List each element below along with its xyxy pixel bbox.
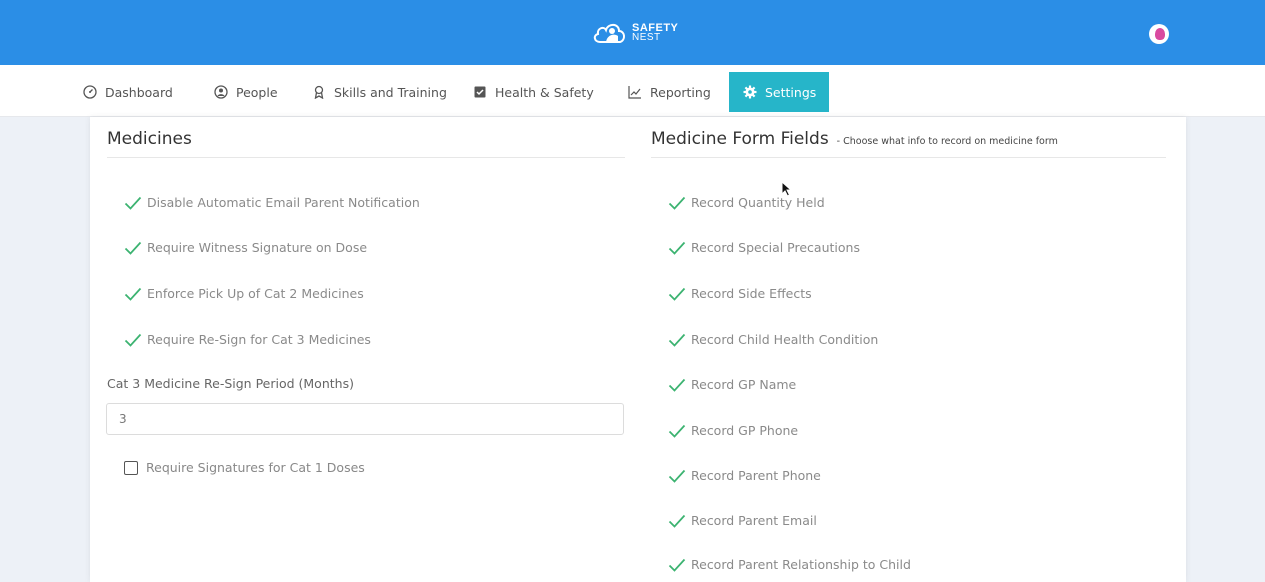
check-icon <box>668 514 686 528</box>
option-label: Disable Automatic Email Parent Notificat… <box>147 195 420 210</box>
field-label: Record Special Precautions <box>691 240 860 255</box>
line-chart-icon <box>627 84 643 100</box>
nav-skills-and-training[interactable]: Skills and Training <box>311 72 447 112</box>
nav-dashboard-label: Dashboard <box>105 84 173 100</box>
field-parent-phone[interactable]: Record Parent Phone <box>668 468 821 483</box>
field-gp-phone[interactable]: Record GP Phone <box>668 423 798 438</box>
form-fields-title: Medicine Form Fields <box>651 129 829 149</box>
check-icon <box>668 333 686 347</box>
option-require-witness-signature[interactable]: Require Witness Signature on Dose <box>124 240 367 255</box>
medicines-divider <box>107 157 625 158</box>
field-label: Record Parent Phone <box>691 468 821 483</box>
field-label: Record Parent Email <box>691 513 817 528</box>
field-gp-name[interactable]: Record GP Name <box>668 377 796 392</box>
option-label: Require Re-Sign for Cat 3 Medicines <box>147 332 371 347</box>
option-enforce-pickup-cat2[interactable]: Enforce Pick Up of Cat 2 Medicines <box>124 286 364 301</box>
mouse-cursor-icon <box>781 181 793 197</box>
person-icon <box>213 84 229 100</box>
nav-health-label: Health & Safety <box>495 84 594 100</box>
nav-people[interactable]: People <box>213 72 278 112</box>
clipboard-check-icon <box>472 84 488 100</box>
option-disable-email-notification[interactable]: Disable Automatic Email Parent Notificat… <box>124 195 420 210</box>
app-logo[interactable]: SAFETY NEST <box>592 17 688 49</box>
resign-period-label: Cat 3 Medicine Re-Sign Period (Months) <box>107 376 354 391</box>
user-avatar[interactable] <box>1149 24 1169 44</box>
gear-icon <box>742 84 758 100</box>
logo-line-2: NEST <box>632 32 661 43</box>
dashboard-icon <box>82 84 98 100</box>
form-fields-heading: Medicine Form Fields - Choose what info t… <box>651 129 1058 149</box>
field-label: Record GP Phone <box>691 423 799 438</box>
resign-period-input[interactable] <box>106 403 624 435</box>
nav-reporting-label: Reporting <box>650 84 711 100</box>
settings-card <box>90 117 1186 582</box>
field-parent-relationship[interactable]: Record Parent Relationship to Child <box>668 557 911 572</box>
nav-settings-label: Settings <box>765 84 817 100</box>
check-icon <box>668 196 686 210</box>
logo-text: SAFETY NEST <box>632 23 678 43</box>
nav-health-and-safety[interactable]: Health & Safety <box>472 72 594 112</box>
check-icon <box>668 287 686 301</box>
field-quantity-held[interactable]: Record Quantity Held <box>668 195 825 210</box>
nav-people-label: People <box>236 84 278 100</box>
main-nav: Dashboard People Skills and Training Hea… <box>0 65 1265 117</box>
check-icon <box>668 378 686 392</box>
field-label: Record Side Effects <box>691 286 812 301</box>
field-parent-email[interactable]: Record Parent Email <box>668 513 817 528</box>
field-side-effects[interactable]: Record Side Effects <box>668 286 812 301</box>
check-icon <box>668 424 686 438</box>
check-icon <box>124 287 142 301</box>
check-icon <box>668 241 686 255</box>
nav-reporting[interactable]: Reporting <box>627 72 711 112</box>
check-icon <box>668 469 686 483</box>
option-require-resign-cat3[interactable]: Require Re-Sign for Cat 3 Medicines <box>124 332 371 347</box>
check-icon <box>124 333 142 347</box>
check-icon <box>668 558 686 572</box>
option-label: Require Witness Signature on Dose <box>147 240 368 255</box>
top-bar: SAFETY NEST <box>0 0 1265 65</box>
form-fields-divider <box>651 157 1166 158</box>
check-icon <box>124 241 142 255</box>
cloud-logo-icon <box>593 23 625 43</box>
option-label: Enforce Pick Up of Cat 2 Medicines <box>147 286 364 301</box>
field-label: Record Parent Relationship to Child <box>691 557 911 572</box>
field-label: Record GP Name <box>691 377 797 392</box>
field-label: Record Quantity Held <box>691 195 825 210</box>
field-special-precautions[interactable]: Record Special Precautions <box>668 240 860 255</box>
cat1-signature-checkbox[interactable] <box>124 460 138 475</box>
nav-dashboard[interactable]: Dashboard <box>82 72 173 112</box>
award-icon <box>311 84 327 100</box>
cat1-signature-label: Require Signatures for Cat 1 Doses <box>146 460 365 475</box>
cat1-signature-checkbox-row[interactable]: Require Signatures for Cat 1 Doses <box>124 460 365 475</box>
avatar-image <box>1155 28 1165 40</box>
check-icon <box>124 196 142 210</box>
field-label: Record Child Health Condition <box>691 332 879 347</box>
field-child-health-condition[interactable]: Record Child Health Condition <box>668 332 878 347</box>
nav-settings[interactable]: Settings <box>729 72 830 112</box>
medicines-heading: Medicines <box>107 129 192 149</box>
nav-skills-label: Skills and Training <box>334 84 447 100</box>
form-fields-subtitle: - Choose what info to record on medicine… <box>836 136 1058 147</box>
